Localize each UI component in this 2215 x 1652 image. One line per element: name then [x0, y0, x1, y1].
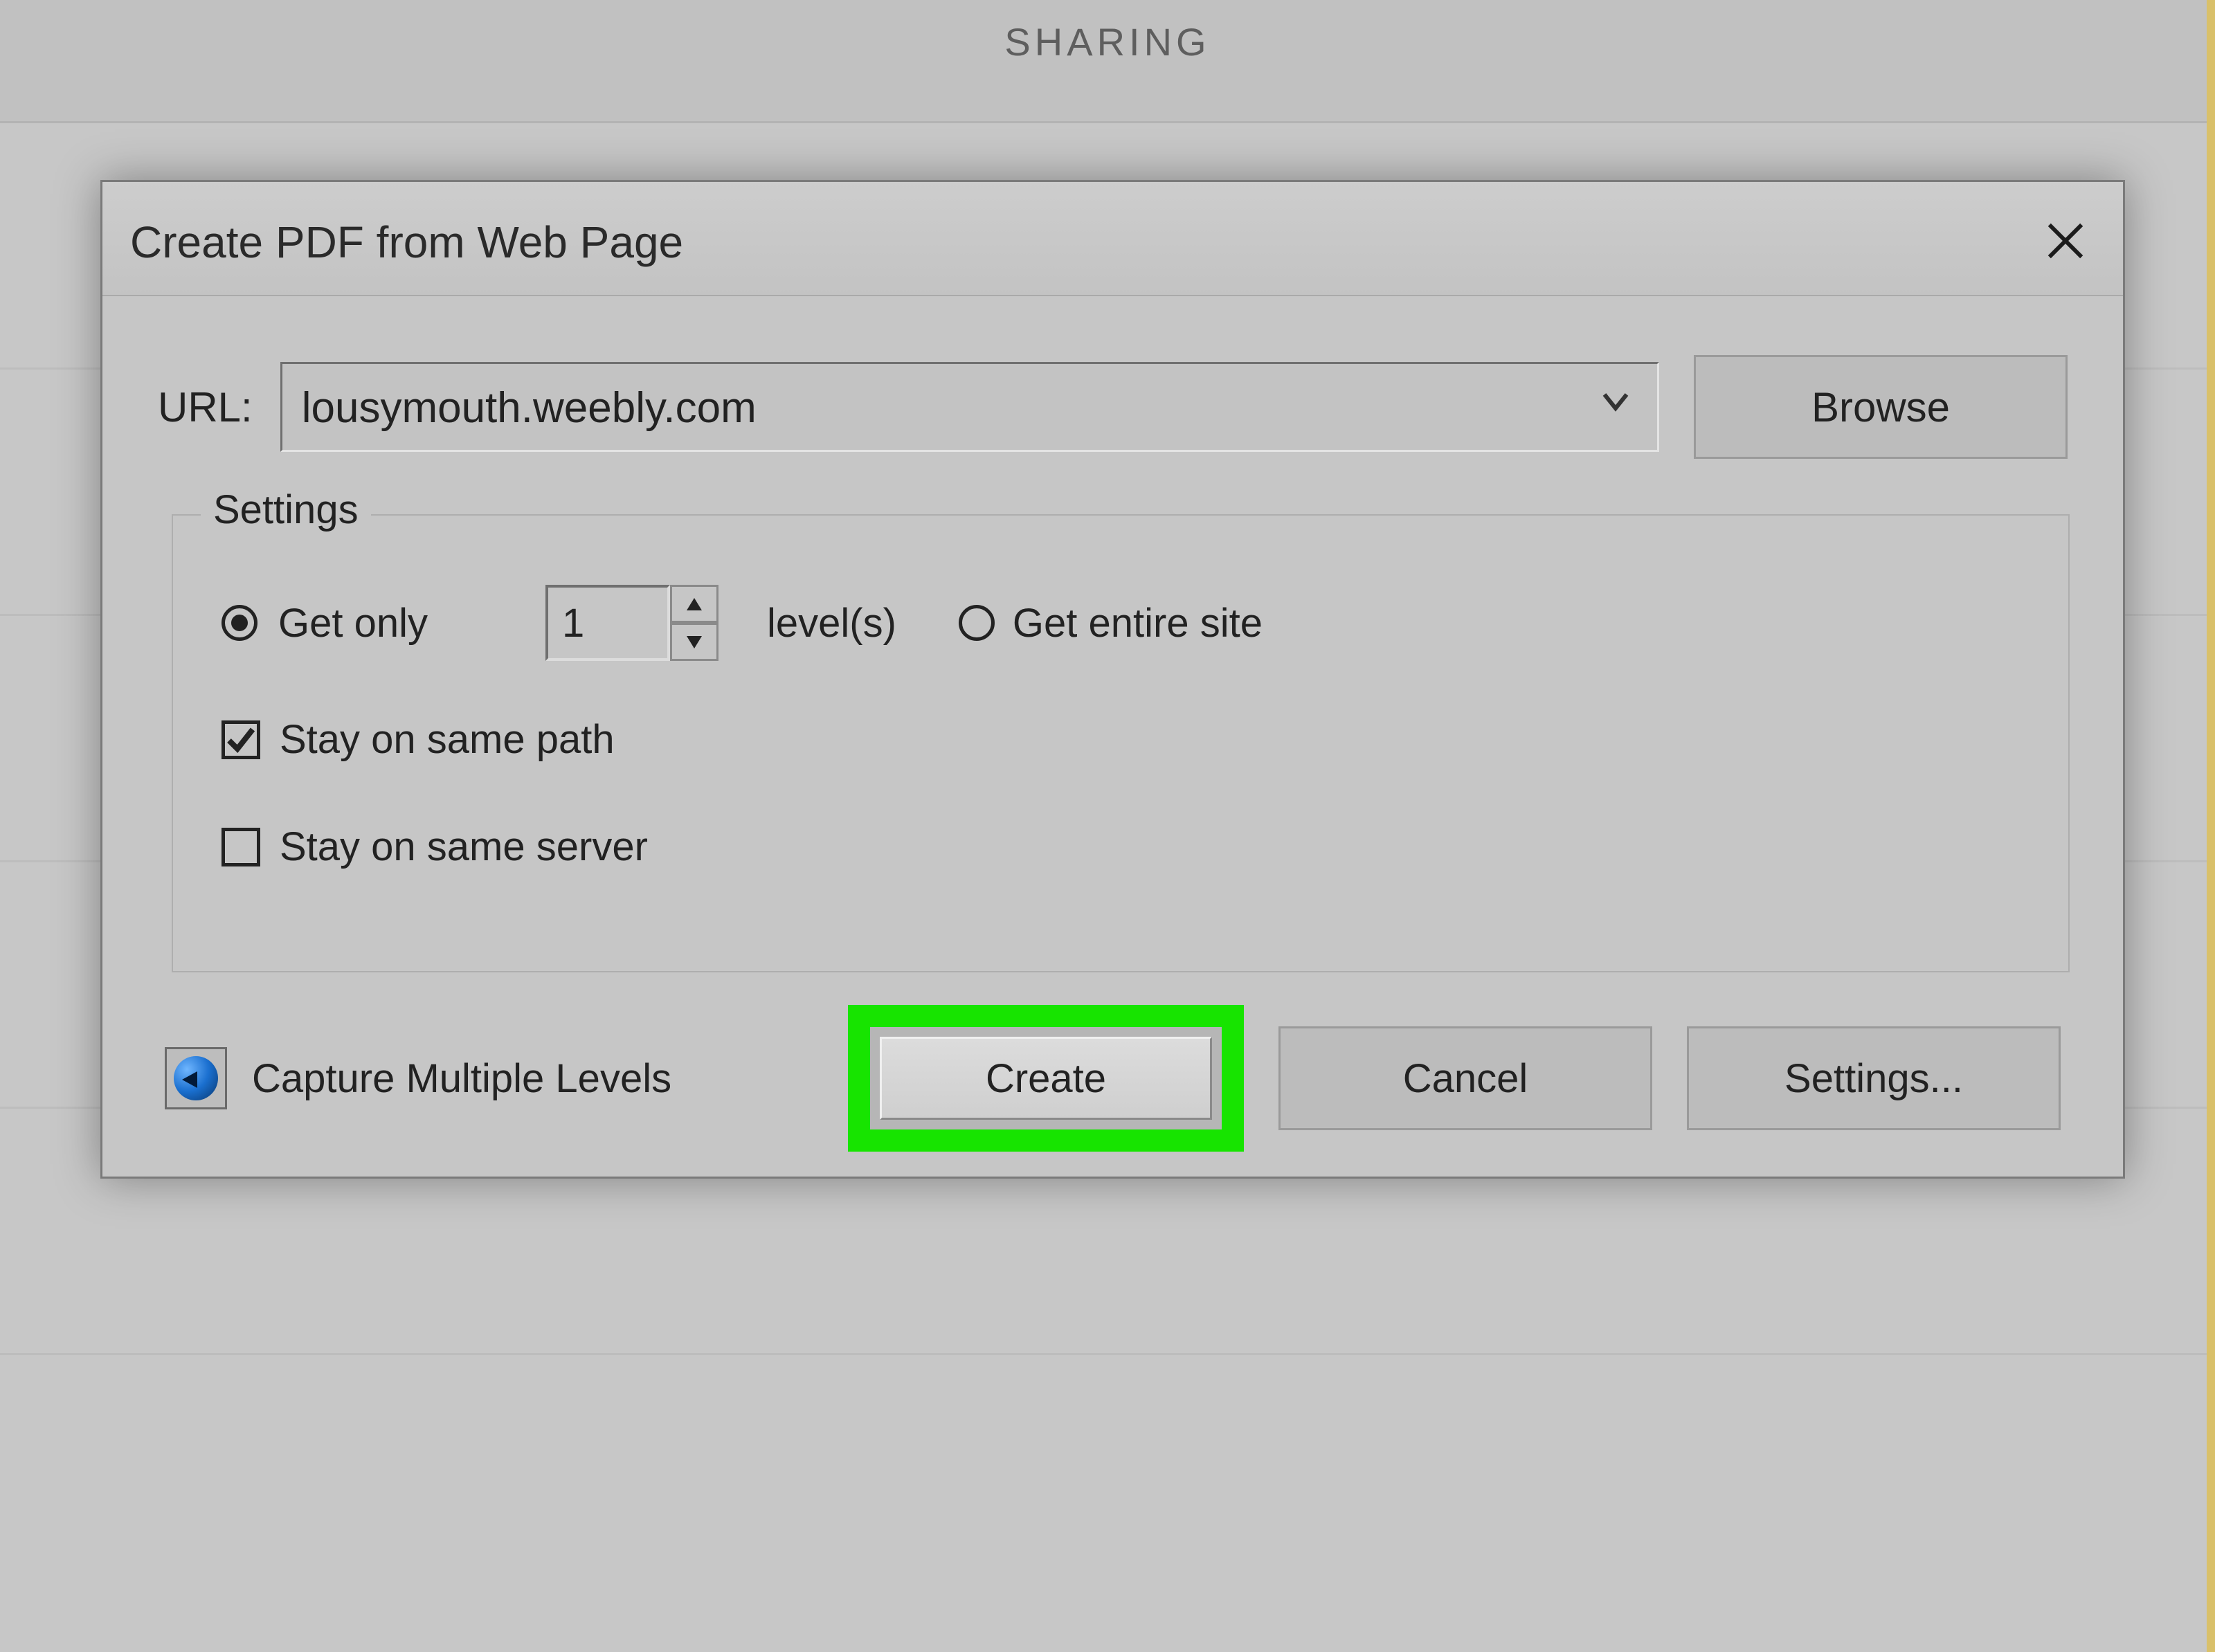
background-header: SHARING: [0, 0, 2215, 123]
get-only-radio[interactable]: [222, 605, 257, 641]
url-row: URL: lousymouth.weebly.com Browse: [158, 352, 2068, 462]
dialog-title: Create PDF from Web Page: [130, 217, 683, 268]
levels-spinner: 1: [545, 585, 718, 661]
settings-level-row: Get only 1 level(s) Get entire site: [222, 585, 2020, 661]
dialog-titlebar[interactable]: Create PDF from Web Page: [102, 182, 2123, 296]
get-entire-radio[interactable]: [959, 605, 995, 641]
capture-levels-icon-button[interactable]: [165, 1047, 227, 1109]
settings-button[interactable]: Settings...: [1687, 1026, 2061, 1130]
radio-dot-icon: [231, 615, 248, 631]
stay-server-checkbox[interactable]: [222, 828, 260, 866]
spinner-buttons: [670, 585, 718, 661]
url-combobox[interactable]: lousymouth.weebly.com: [280, 362, 1659, 452]
create-button-highlight: Create: [848, 1005, 1244, 1152]
create-button[interactable]: Create: [880, 1037, 1212, 1120]
spinner-down-button[interactable]: [670, 623, 718, 661]
cancel-button-label: Cancel: [1403, 1055, 1528, 1102]
dialog-footer: Capture Multiple Levels Create Cancel Se…: [165, 1019, 2061, 1137]
chevron-down-icon[interactable]: [1602, 388, 1629, 415]
browse-button-label: Browse: [1811, 383, 1950, 431]
get-only-label: Get only: [278, 600, 428, 646]
checkmark-icon: [226, 725, 255, 754]
triangle-up-icon: [685, 595, 703, 613]
levels-value: 1: [562, 600, 584, 646]
create-button-frame: Create: [870, 1027, 1222, 1129]
back-arrow-globe-icon: [174, 1056, 218, 1100]
stay-path-checkbox[interactable]: [222, 720, 260, 759]
settings-button-label: Settings...: [1784, 1055, 1963, 1102]
levels-suffix-label: level(s): [767, 600, 896, 646]
background-edge: [2207, 0, 2215, 1652]
settings-groupbox: Settings Get only 1 level(s) Get entire …: [172, 514, 2070, 972]
spinner-up-button[interactable]: [670, 585, 718, 623]
url-label: URL:: [158, 383, 253, 431]
stay-path-row: Stay on same path: [222, 716, 615, 763]
stay-server-row: Stay on same server: [222, 824, 648, 870]
close-icon: [2045, 221, 2086, 261]
settings-legend: Settings: [201, 487, 371, 533]
levels-input[interactable]: 1: [545, 585, 670, 661]
triangle-down-icon: [685, 633, 703, 651]
create-button-label: Create: [986, 1055, 1106, 1102]
background-tab-sharing[interactable]: SHARING: [1004, 19, 1210, 64]
create-pdf-dialog: Create PDF from Web Page URL: lousymouth…: [100, 180, 2125, 1179]
cancel-button[interactable]: Cancel: [1278, 1026, 1652, 1130]
capture-levels-label: Capture Multiple Levels: [252, 1055, 671, 1102]
stay-path-label: Stay on same path: [280, 716, 615, 763]
close-button[interactable]: [2034, 210, 2097, 272]
browse-button[interactable]: Browse: [1694, 355, 2068, 459]
url-value: lousymouth.weebly.com: [302, 383, 757, 433]
get-entire-label: Get entire site: [1013, 600, 1263, 646]
stay-server-label: Stay on same server: [280, 824, 648, 870]
